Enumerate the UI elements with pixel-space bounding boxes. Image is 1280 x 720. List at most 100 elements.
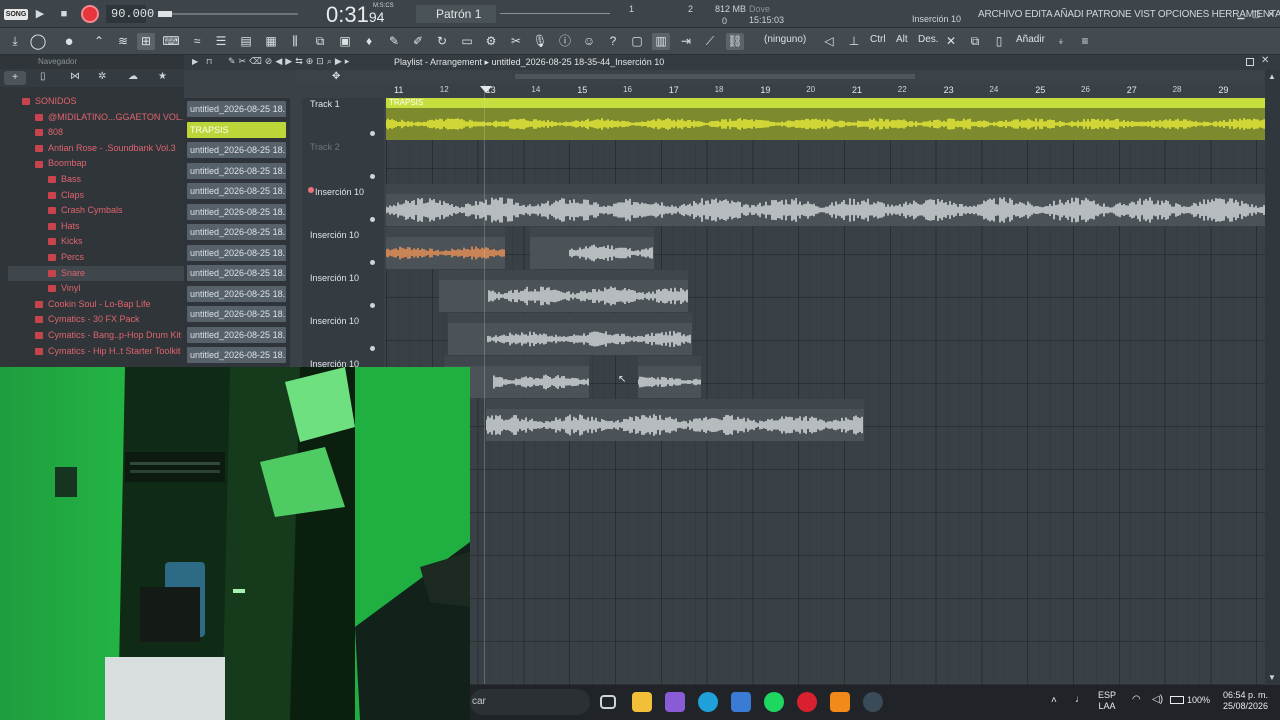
pianoroll-icon[interactable]: ▤ (237, 33, 255, 50)
close-playlist-icon[interactable]: ✕ (1261, 55, 1269, 66)
loop-icon[interactable]: ◯ (29, 33, 47, 50)
refresh-icon[interactable]: ↻ (433, 33, 451, 50)
browser-folder[interactable]: Cookin Soul - Lo-Bap Life (8, 297, 184, 313)
link-target-label[interactable]: (ninguno) (764, 34, 806, 45)
channel-button[interactable]: untitled_2026-08-25 18... (187, 142, 286, 158)
language-indicator[interactable]: ESP LAA (1098, 690, 1116, 712)
plugin-icon[interactable]: ⧉ (311, 33, 329, 50)
close-icon[interactable]: ✕ (1263, 6, 1279, 22)
des-label[interactable]: Des. (918, 34, 939, 45)
pin-icon[interactable]: ⍖ (1052, 33, 1070, 50)
ctrl-label[interactable]: Ctrl (870, 34, 886, 45)
help-icon[interactable]: ? (604, 33, 622, 50)
audio-clip-4[interactable]: untitled_2026-08-25 18-33-25_Inserción 1… (439, 270, 688, 312)
volume-icon[interactable]: ◁) (1152, 694, 1163, 705)
copy-icon[interactable]: ⧉ (966, 33, 984, 50)
minimize-icon[interactable]: ▁ (1233, 6, 1249, 22)
playlist-icon[interactable]: ☰ (212, 33, 230, 50)
audio-clip-1[interactable]: untitled_2026-08-25 18-04-36_Inserción 1… (386, 184, 1265, 226)
list-icon[interactable]: ≡ (1076, 33, 1094, 50)
link-icon[interactable]: ⛓ (726, 33, 744, 50)
timeline-ruler[interactable]: 11 12 13 14 15 16 17 18 19 20 21 22 23 24 25 26 27 28 29 (384, 84, 1265, 98)
track-mute-dot[interactable] (370, 174, 375, 179)
wifi-icon[interactable]: ◠ (1132, 694, 1141, 705)
record-button[interactable] (81, 5, 99, 23)
browser-folder[interactable]: 808 (8, 125, 184, 141)
track-mute-dot[interactable] (370, 131, 375, 136)
browser-folder[interactable]: Crash Cymbals (8, 203, 184, 219)
cut-icon[interactable]: ✂ (507, 33, 525, 50)
track-mute-dot[interactable] (370, 303, 375, 308)
browser-folder[interactable]: Cymatics - Bang..p-Hop Drum Kit (8, 328, 184, 344)
magnet-icon[interactable]: ⊓ (206, 57, 212, 66)
files-icon[interactable]: ▯ (40, 71, 46, 82)
star-icon[interactable]: ★ (158, 71, 167, 82)
browser-folder[interactable]: Hats (8, 219, 184, 235)
arrow-right-icon[interactable]: ⇥ (677, 33, 695, 50)
browser-folder[interactable]: Percs (8, 250, 184, 266)
channel-button[interactable]: untitled_2026-08-25 18... (187, 183, 286, 199)
channel-button[interactable]: untitled_2026-08-25 18... (187, 224, 286, 240)
keyboard-icon[interactable]: ⌨ (162, 33, 180, 50)
browser-folder[interactable]: Kicks (8, 234, 184, 250)
chevron-up-icon[interactable]: ˄ (1051, 695, 1057, 706)
browser-icon[interactable]: ▣ (336, 33, 354, 50)
master-volume-knob[interactable] (158, 11, 172, 17)
scroll-up-icon[interactable]: ▲ (1268, 72, 1276, 81)
track-name[interactable]: Inserción 10 (310, 273, 359, 283)
fl-studio-icon[interactable] (830, 692, 850, 712)
track-name[interactable]: Inserción 10 (310, 230, 359, 240)
browser-folder[interactable]: @MIDILATINO...GGAETON VOL. 1 (8, 110, 184, 126)
brush-icon[interactable]: ✐ (409, 33, 427, 50)
playlist-tools[interactable]: ✎✂⌫⊘◀▶⇆⊕⊡⌕▶▸ (228, 56, 352, 67)
grid-icon[interactable]: ▥ (652, 33, 670, 50)
track-name[interactable]: Inserción 10 (310, 316, 359, 326)
channel-button[interactable]: untitled_2026-08-25 18... (187, 101, 286, 117)
track-record-icon[interactable] (308, 187, 314, 193)
channel-button[interactable]: untitled_2026-08-25 18... (187, 265, 286, 281)
add-icon[interactable]: + (4, 71, 26, 85)
mute-icon[interactable]: ◁ (820, 33, 838, 50)
play-arrow-icon[interactable]: ▶ (192, 57, 198, 66)
browser-folder[interactable]: Vinyl (8, 281, 184, 297)
audio-clip-7[interactable]: untitle...rción 10 (638, 356, 701, 398)
slide-icon[interactable]: ⟋ (701, 33, 719, 50)
channel-button[interactable]: untitled_2026-08-25 18... (187, 244, 286, 261)
track-mute-dot[interactable] (370, 217, 375, 222)
stop-button[interactable]: ■ (56, 6, 72, 22)
search-box[interactable]: car (470, 689, 590, 715)
mic-icon[interactable]: ♦ (360, 33, 378, 50)
master-volume-slider[interactable] (158, 13, 298, 15)
opera-icon[interactable] (797, 692, 817, 712)
browser-folder[interactable]: Cymatics - 30 FX Pack (8, 312, 184, 328)
audio-clip-3[interactable]: untitled_2026-08...32_Inserción 10 (530, 227, 654, 269)
edge-icon[interactable] (698, 692, 718, 712)
fx-icon[interactable]: ⚙ (482, 33, 500, 50)
stamp-icon[interactable]: ⊥ (845, 33, 863, 50)
paste-icon[interactable]: ▯ (990, 33, 1008, 50)
vertical-scrollbar[interactable]: ▲ ▼ (1265, 70, 1280, 685)
chat-icon[interactable]: ☺ (580, 33, 598, 50)
song-mode-badge[interactable]: SONG (4, 9, 28, 20)
browser-folder[interactable]: Boombap (8, 156, 184, 172)
app-icon[interactable] (863, 692, 883, 712)
disk-icon[interactable]: ▭ (458, 33, 476, 50)
move-icon[interactable]: ✥ (332, 71, 340, 82)
metronome-icon[interactable]: ● (60, 33, 78, 50)
browser-folder[interactable]: SONIDOS (8, 94, 184, 110)
info-icon[interactable]: ⓘ (556, 33, 574, 50)
step-icon[interactable]: ⊞ (137, 33, 155, 50)
play-button[interactable]: ▶ (32, 6, 48, 22)
task-view-icon[interactable] (600, 695, 616, 709)
playhead-marker[interactable] (480, 86, 492, 93)
plugins-icon[interactable]: ✲ (98, 71, 106, 82)
tempo-display[interactable]: 90.000 (106, 5, 154, 23)
close-tool-icon[interactable]: ✕ (942, 33, 960, 50)
browser-folder[interactable]: Bass (8, 172, 184, 188)
track-name[interactable]: Track 2 (310, 142, 340, 152)
browser-folder[interactable]: Claps (8, 188, 184, 204)
view-icon[interactable]: ▢ (628, 33, 646, 50)
playlist-grid[interactable]: TRAPSIS untitled_2026-08-25 18-04-36_Ins… (386, 98, 1265, 685)
snap-icon[interactable]: ⌃ (90, 33, 108, 50)
save-icon[interactable]: ⤓ (6, 33, 24, 50)
